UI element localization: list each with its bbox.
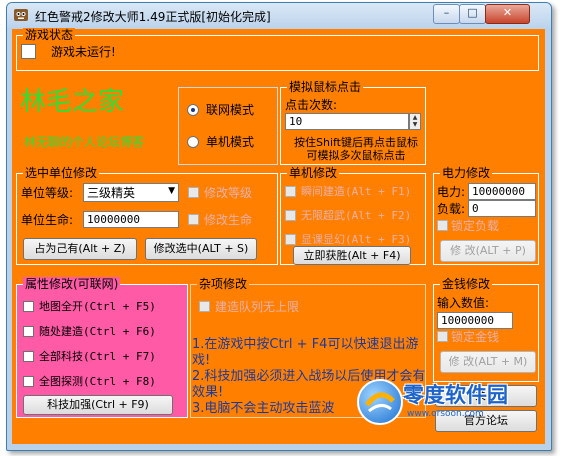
- unlimited-superweapon-checkbox[interactable]: [285, 210, 296, 221]
- attributes-title: 属性修改(可联网): [23, 277, 121, 291]
- unlimited-superweapon-label: 无限超武(Alt + F2): [301, 209, 412, 222]
- unit-hp-label: 单位生命:: [21, 213, 74, 227]
- close-button[interactable]: ✕: [485, 4, 530, 24]
- load-label: 负载:: [437, 202, 466, 216]
- title-bar[interactable]: 红色警戒2修改大师1.49正式版[初始化完成] – □ ✕: [7, 3, 551, 28]
- unit-level-label: 单位等级:: [21, 186, 74, 200]
- watermark-logo-icon: [357, 379, 403, 425]
- click-count-label: 点击次数:: [285, 98, 338, 112]
- network-mode-radio[interactable]: [187, 104, 199, 116]
- build-anywhere-label: 随处建造(Ctrl + F6): [39, 325, 156, 338]
- logo-title: 林毛之家: [20, 87, 125, 117]
- unit-edit-group: 选中单位修改 单位等级: 三级精英 ▼ 修改等级 单位生命: 10000000 …: [16, 166, 278, 265]
- mouse-click-title: 模拟鼠标点击: [287, 80, 364, 94]
- all-tech-checkbox[interactable]: [23, 351, 34, 362]
- map-reveal-label: 地图全开(Ctrl + F5): [39, 300, 156, 313]
- unlimited-queue-label: 建造队列无上限: [215, 300, 300, 314]
- money-input[interactable]: 10000000: [437, 312, 513, 329]
- lock-load-label: 锁定负载: [451, 219, 500, 233]
- money-input-label: 输入数值:: [437, 296, 490, 310]
- power-label: 电力:: [437, 185, 466, 199]
- maximize-button[interactable]: □: [459, 4, 486, 24]
- reveal-label: 显课显幻(Alt + F3): [301, 233, 412, 246]
- unit-level-value: 三级精英: [87, 186, 136, 200]
- map-reveal-checkbox[interactable]: [23, 301, 34, 312]
- tech-boost-button[interactable]: 科技加强(Ctrl + F9): [23, 395, 173, 415]
- single-edit-group: 单机修改 瞬间建造(Alt + F1) 无限超武(Alt + F2) 显课显幻(…: [280, 166, 426, 265]
- build-anywhere-checkbox[interactable]: [23, 326, 34, 337]
- edit-level-checkbox[interactable]: [188, 187, 199, 198]
- single-mode-radio[interactable]: [187, 136, 199, 148]
- client-area: 游戏状态 游戏未运行! 林毛之家 林无聊的个人论坛博客 联网模式 单机模式 模拟…: [12, 28, 545, 444]
- edit-hp-label: 修改生命: [204, 213, 253, 227]
- modify-selected-button[interactable]: 修改选中(ALT + S): [145, 238, 257, 260]
- watermark: 零度软件园 www.orsoon.com: [355, 375, 535, 433]
- edit-level-label: 修改等级: [204, 186, 253, 200]
- own-unit-button[interactable]: 占为己有(Alt + Z): [23, 238, 137, 260]
- money-title: 金钱修改: [440, 277, 493, 291]
- window-title: 红色警戒2修改大师1.49正式版[初始化完成]: [35, 10, 271, 24]
- instant-build-label: 瞬间建造(Alt + F1): [301, 185, 412, 198]
- instant-build-checkbox[interactable]: [285, 186, 296, 197]
- main-window: 红色警戒2修改大师1.49正式版[初始化完成] – □ ✕ 游戏状态 游戏未运行…: [6, 2, 552, 451]
- misc-note-1: 1.在游戏中按Ctrl + F4可以快速退出游戏!: [192, 337, 419, 368]
- unit-hp-input[interactable]: 10000000: [83, 211, 179, 228]
- money-modify-button[interactable]: 修 改(ALT + M): [440, 351, 536, 373]
- unit-edit-title: 选中单位修改: [23, 166, 100, 180]
- app-icon: [13, 7, 29, 23]
- single-mode-label: 单机模式: [206, 135, 255, 149]
- game-status-text: 游戏未运行!: [51, 45, 116, 59]
- mouse-click-group: 模拟鼠标点击 点击次数: 10 ▲ ▼ 按住Shift键后再点击鼠标可模拟多次鼠标…: [280, 80, 426, 165]
- game-status-group: 游戏状态 游戏未运行!: [16, 28, 539, 71]
- click-count-input[interactable]: 10: [285, 113, 409, 130]
- mouse-click-hint: 按住Shift键后再点击鼠标可模拟多次鼠标点击: [293, 136, 418, 162]
- power-modify-button[interactable]: 修 改(ALT + P): [440, 240, 536, 262]
- instant-win-button[interactable]: 立即获胜(Alt + F4): [293, 246, 411, 265]
- full-map-detect-checkbox[interactable]: [23, 376, 34, 387]
- edit-hp-checkbox[interactable]: [188, 214, 199, 225]
- reveal-checkbox[interactable]: [285, 234, 296, 245]
- click-count-spinner[interactable]: ▲ ▼: [409, 113, 421, 130]
- money-group: 金钱修改 输入数值: 10000000 锁定金钱 修 改(ALT + M): [433, 277, 539, 382]
- game-status-title: 游戏状态: [23, 28, 76, 42]
- network-mode-label: 联网模式: [206, 103, 255, 117]
- power-title: 电力修改: [440, 166, 493, 180]
- power-input[interactable]: 10000000: [468, 183, 536, 200]
- power-group: 电力修改 电力: 10000000 负载: 0 锁定负载 修 改(ALT + P…: [433, 166, 539, 265]
- all-tech-label: 全部科技(Ctrl + F7): [39, 350, 156, 363]
- mode-group: 联网模式 单机模式: [178, 87, 278, 165]
- unit-level-select[interactable]: 三级精英 ▼: [83, 183, 179, 202]
- logo-subtitle: 林无聊的个人论坛博客: [24, 135, 145, 149]
- misc-title: 杂项修改: [197, 277, 250, 291]
- full-map-detect-label: 全图探测(Ctrl + F8): [39, 375, 156, 388]
- single-edit-title: 单机修改: [287, 166, 340, 180]
- watermark-brand: 零度软件园: [403, 383, 508, 407]
- watermark-url: www.orsoon.com: [407, 409, 484, 419]
- minimize-button[interactable]: –: [433, 4, 460, 24]
- lock-money-label: 锁定金钱: [451, 330, 500, 344]
- attributes-group: 属性修改(可联网) 地图全开(Ctrl + F5) 随处建造(Ctrl + F6…: [16, 277, 188, 418]
- status-indicator: [21, 44, 36, 59]
- chevron-down-icon: ▼: [168, 186, 175, 196]
- lock-money-checkbox[interactable]: [437, 331, 448, 342]
- load-input[interactable]: 0: [468, 200, 536, 217]
- lock-load-checkbox[interactable]: [437, 220, 448, 231]
- unlimited-queue-checkbox[interactable]: [199, 301, 210, 312]
